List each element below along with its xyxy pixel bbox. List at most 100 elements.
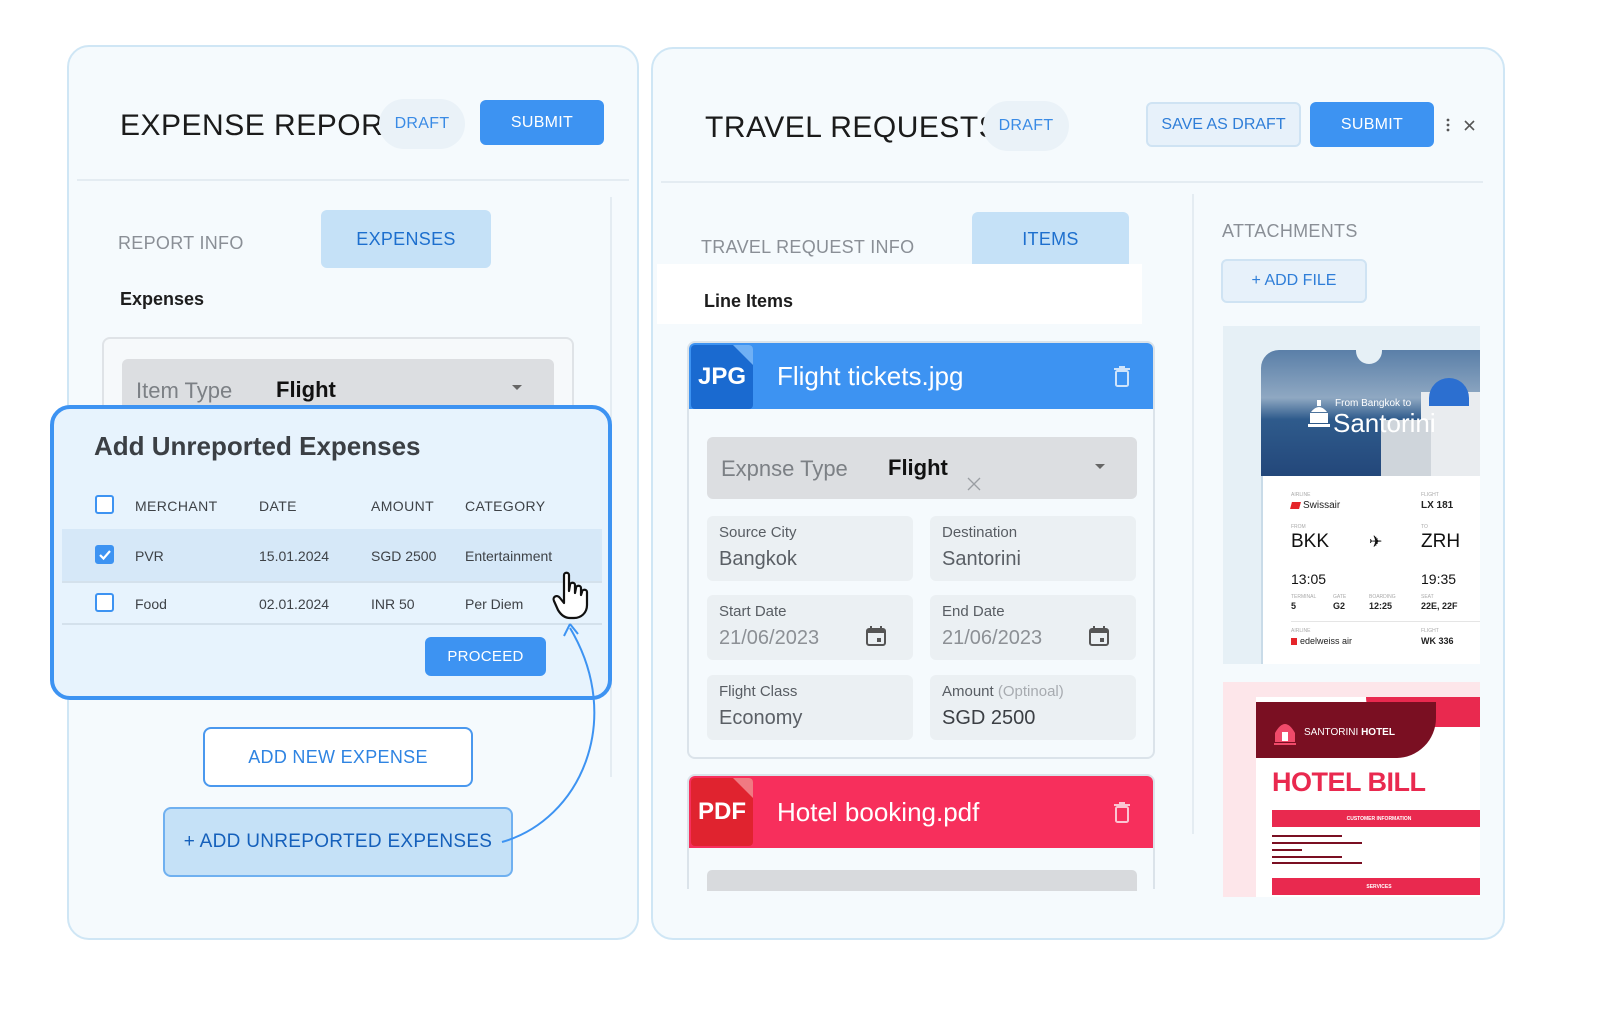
- expense-report-title: EXPENSE REPORT: [120, 109, 402, 142]
- terminal-value: 5: [1291, 601, 1297, 611]
- save-as-draft-button[interactable]: SAVE AS DRAFT: [1146, 102, 1301, 147]
- expense-type-select[interactable]: Expnse Type Flight: [707, 437, 1137, 499]
- close-icon[interactable]: [1464, 120, 1475, 131]
- text-line: [1272, 856, 1342, 858]
- expense-type-label: Expnse Type: [721, 456, 848, 481]
- connector-arrow: [501, 623, 596, 843]
- field-label: End Date: [942, 603, 1005, 620]
- table-row[interactable]: PVR 15.01.2024 SGD 2500 Entertainment: [62, 529, 602, 581]
- checkmark-icon: [98, 549, 111, 560]
- hotel-bill-page: SANTORINI HOTEL HOTEL BILL CUSTOMER INFO…: [1256, 697, 1480, 897]
- tab-report-info[interactable]: REPORT INFO: [118, 223, 244, 263]
- airline-label: AIRLINE: [1291, 628, 1311, 634]
- tab-expenses[interactable]: EXPENSES: [321, 210, 491, 268]
- row-checkbox[interactable]: [95, 593, 114, 612]
- calendar-icon[interactable]: [865, 625, 887, 647]
- flight-label: FLIGHT: [1421, 492, 1439, 498]
- field-value: 21/06/2023: [942, 627, 1043, 649]
- ticket-destination: Santorini: [1333, 408, 1436, 438]
- trash-icon[interactable]: [1113, 801, 1131, 823]
- submit-button[interactable]: SUBMIT: [480, 100, 604, 145]
- airline-value: Swissair: [1303, 500, 1341, 511]
- column-header-date: DATE: [259, 498, 297, 514]
- amount-cell: INR 50: [371, 596, 415, 612]
- plane-icon: ✈: [1369, 534, 1383, 551]
- boarding-value: 12:25: [1369, 601, 1393, 611]
- file-name: Hotel booking.pdf: [777, 796, 980, 827]
- airline-name: Swissair: [1290, 500, 1341, 511]
- field-label: Flight Class: [719, 683, 798, 700]
- travel-requests-panel: TRAVEL REQUESTS DRAFT SAVE AS DRAFT SUBM…: [651, 47, 1505, 940]
- dome-shape: [1429, 378, 1469, 406]
- line-items-header: Line Items: [657, 264, 1142, 324]
- add-file-button[interactable]: + ADD FILE: [1221, 259, 1367, 303]
- source-city-field[interactable]: Source City Bangkok: [707, 516, 913, 581]
- item-type-label: Item Type: [136, 378, 233, 403]
- merchant-cell: Food: [135, 596, 167, 612]
- boarding-label: BOARDING: [1369, 594, 1396, 600]
- modal-title: Add Unreported Expenses: [94, 431, 421, 461]
- text-line: [1272, 835, 1342, 837]
- flight-ticket-attachment[interactable]: From Bangkok to Santorini AIRLINE Swissa…: [1223, 326, 1480, 664]
- field-value: 21/06/2023: [719, 627, 820, 649]
- amount-cell: SGD 2500: [371, 548, 437, 564]
- text-line: [1272, 842, 1362, 844]
- hotel-bill-title: HOTEL BILL: [1272, 767, 1426, 797]
- airline-value: edelweiss air: [1300, 636, 1353, 646]
- add-unreported-expenses-button[interactable]: + ADD UNREPORTED EXPENSES: [163, 807, 513, 877]
- field-value: SGD 2500: [942, 707, 1036, 729]
- text-line: [1272, 849, 1302, 851]
- field-label: Destination: [942, 524, 1018, 541]
- field-label: Source City: [719, 524, 797, 541]
- row-checkbox[interactable]: [95, 545, 114, 564]
- submit-button[interactable]: SUBMIT: [1310, 102, 1434, 147]
- flight-number: LX 181: [1421, 500, 1454, 511]
- airline-label: AIRLINE: [1291, 492, 1311, 498]
- flight-label: FLIGHT: [1421, 628, 1439, 634]
- hotel-brand: SANTORINI HOTEL: [1304, 727, 1395, 738]
- field-value: Santorini: [942, 548, 1021, 570]
- item-type-value: Flight: [276, 377, 336, 402]
- start-date-field[interactable]: Start Date 21/06/2023: [707, 595, 913, 660]
- from-label: FROM: [1291, 524, 1306, 530]
- chevron-down-icon: [1095, 464, 1105, 469]
- gate-label: GATE: [1333, 594, 1347, 600]
- airline-name: edelweiss air: [1291, 636, 1352, 646]
- expense-type-value: Flight: [888, 455, 948, 480]
- from-code: BKK: [1291, 531, 1330, 552]
- tab-travel-request-info[interactable]: TRAVEL REQUEST INFO: [701, 227, 914, 267]
- brand-bold: HOTEL: [1361, 727, 1395, 738]
- edelweiss-logo-icon: [1291, 637, 1297, 645]
- arrive-time: 19:35: [1421, 571, 1457, 587]
- field-value: Economy: [719, 707, 803, 729]
- add-new-expense-button[interactable]: ADD NEW EXPENSE: [203, 727, 473, 787]
- to-code: ZRH: [1421, 531, 1461, 552]
- line-item-card: JPG Flight tickets.jpg Expnse Type Fligh…: [687, 341, 1155, 759]
- status-badge: DRAFT: [379, 99, 465, 149]
- seat-label: SEAT: [1421, 594, 1434, 600]
- attachments-title: ATTACHMENTS: [1222, 221, 1358, 241]
- clear-icon[interactable]: [967, 477, 981, 491]
- travel-requests-title: TRAVEL REQUESTS: [705, 111, 1000, 144]
- calendar-icon[interactable]: [1088, 625, 1110, 647]
- amount-field[interactable]: Amount (Optinoal) SGD 2500: [930, 675, 1136, 740]
- swissair-logo-icon: [1290, 502, 1301, 509]
- seat-value: 22E, 22F: [1421, 601, 1458, 611]
- trash-icon[interactable]: [1113, 365, 1131, 387]
- file-header[interactable]: PDF Hotel booking.pdf: [689, 776, 1153, 848]
- column-header-merchant: MERCHANT: [135, 498, 218, 514]
- text-line: [1272, 862, 1362, 864]
- status-badge: DRAFT: [983, 101, 1069, 151]
- hotel-bill-attachment[interactable]: SANTORINI HOTEL HOTEL BILL CUSTOMER INFO…: [1223, 682, 1480, 897]
- field-label: Start Date: [719, 603, 787, 620]
- tab-items[interactable]: ITEMS: [972, 212, 1129, 266]
- destination-field[interactable]: Destination Santorini: [930, 516, 1136, 581]
- expense-type-select[interactable]: [707, 870, 1137, 891]
- flight-class-field[interactable]: Flight Class Economy: [707, 675, 913, 740]
- select-all-checkbox[interactable]: [95, 495, 114, 514]
- more-options-icon[interactable]: [1445, 118, 1451, 132]
- customer-info-bar: CUSTOMER INFORMATION: [1272, 810, 1480, 827]
- file-header[interactable]: JPG Flight tickets.jpg: [689, 343, 1153, 409]
- end-date-field[interactable]: End Date 21/06/2023: [930, 595, 1136, 660]
- brand-light: SANTORINI: [1304, 727, 1359, 738]
